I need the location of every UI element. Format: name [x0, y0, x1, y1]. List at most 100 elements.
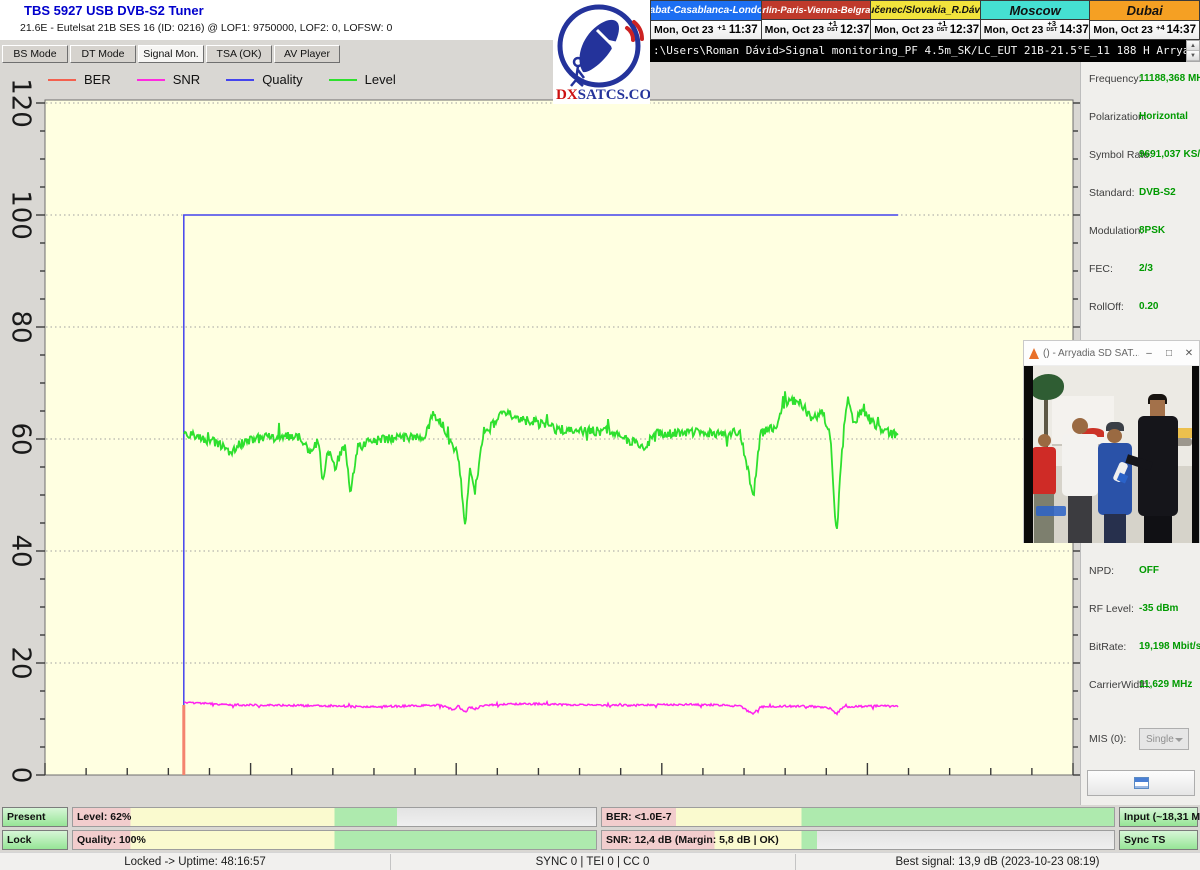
logo-text-rest: SATCS.COM: [578, 87, 650, 103]
logo-text-dx: DX: [556, 87, 578, 103]
sync-ts-badge: Sync TS: [1119, 830, 1198, 850]
clock-city: Dubai: [1090, 1, 1199, 21]
video-person-legs: [1104, 514, 1126, 543]
scroll-down-icon[interactable]: ▼: [1187, 51, 1199, 61]
clock-time: Mon, Oct 23+414:37: [1090, 21, 1199, 39]
clock-time: Mon, Oct 23+3DST14:37: [981, 20, 1090, 39]
param-label: Frequency:: [1089, 73, 1142, 85]
ber-bar-label: BER: <1.0E-7: [606, 808, 672, 826]
video-person-head: [1038, 434, 1051, 447]
legend-item-snr: SNR: [137, 72, 200, 87]
panel-button[interactable]: [1087, 770, 1195, 796]
clock-value: 12:37: [840, 24, 869, 36]
param-value: OFF: [1139, 565, 1159, 576]
clock-value: 11:37: [729, 24, 758, 36]
clock-city: Lučenec/Slovakia_R.Dávid: [871, 1, 980, 20]
video-person-head: [1072, 418, 1088, 434]
clock-time: Mon, Oct 23+1DST12:37: [871, 20, 980, 39]
legend-line: [329, 79, 357, 81]
tuner-subtitle: 21.6E - Eutelsat 21B SES 16 (ID: 0216) @…: [20, 22, 392, 34]
clock-date: Mon, Oct 23: [1093, 24, 1153, 36]
video-watermark: [1036, 506, 1066, 516]
svg-text:100: 100: [6, 190, 36, 240]
param-label: FEC:: [1089, 263, 1113, 275]
clock-offset: +1: [828, 20, 837, 27]
status-best-signal: Best signal: 13,9 dB (2023-10-23 08:19): [795, 853, 1200, 870]
video-title: () - Arryadia SD SAT...: [1043, 348, 1139, 359]
window-icon: [1134, 777, 1149, 789]
clock-date: Mon, Oct 23: [765, 24, 825, 36]
tab-signal-mon-[interactable]: Signal Mon.: [138, 45, 204, 63]
console-window[interactable]: :\Users\Roman Dávid>Signal monitoring_PF…: [650, 40, 1200, 62]
status-bar: Locked -> Uptime: 48:16:57 SYNC 0 | TEI …: [0, 852, 1200, 870]
param-bitrate-: BitRate: 19,198 Mbit/s: [1081, 641, 1200, 655]
param-label: BitRate:: [1089, 641, 1126, 653]
svg-text:60: 60: [6, 422, 36, 455]
mis-value: Single: [1146, 734, 1174, 745]
video-palm-tree: [1030, 374, 1064, 400]
param-symbol-rate-: Symbol Rate:9691,037 KS/s: [1081, 149, 1200, 163]
app-title: TBS 5927 USB DVB-S2 Tuner: [24, 3, 204, 18]
video-frame[interactable]: [1024, 366, 1199, 543]
video-interviewer-legs: [1144, 516, 1172, 543]
vlc-cone-icon: [1029, 348, 1039, 359]
video-player-window[interactable]: () - Arryadia SD SAT... – □ ✕: [1023, 340, 1200, 543]
clock-date: Mon, Oct 23: [984, 24, 1044, 36]
clock-value: 14:37: [1167, 24, 1196, 36]
status-uptime: Locked -> Uptime: 48:16:57: [0, 853, 390, 870]
close-icon[interactable]: ✕: [1179, 348, 1199, 359]
param-fec-: FEC:2/3: [1081, 263, 1200, 277]
param-value: 0.20: [1139, 301, 1158, 312]
clock-date: Mon, Oct 23: [654, 24, 714, 36]
tab-bs-mode[interactable]: BS Mode: [2, 45, 68, 63]
status-sync: SYNC 0 | TEI 0 | CC 0: [390, 853, 795, 870]
clock-offset: +1: [717, 24, 726, 31]
legend-item-quality: Quality: [226, 72, 302, 87]
clock-city: Berlin-Paris-Vienna-Belgrade: [762, 1, 871, 20]
tab-av-player[interactable]: AV Player: [274, 45, 340, 63]
scroll-up-icon[interactable]: ▲: [1187, 41, 1199, 51]
legend-label: BER: [84, 72, 111, 87]
svg-text:80: 80: [6, 310, 36, 343]
param-label: Modulation:: [1089, 225, 1143, 237]
param-rolloff-: RollOff:0.20: [1081, 301, 1200, 315]
param-carrierwidth-: CarrierWidth:11,629 MHz: [1081, 679, 1200, 693]
clock-value: 12:37: [950, 24, 979, 36]
clock-cell: Berlin-Paris-Vienna-Belgrade Mon, Oct 23+…: [761, 1, 871, 39]
chart-legend: BERSNRQualityLevel: [48, 72, 396, 87]
tab-dt-mode[interactable]: DT Mode: [70, 45, 136, 63]
video-person-white-shirt: [1062, 434, 1098, 496]
legend-label: SNR: [173, 72, 200, 87]
console-scrollbar[interactable]: ▲ ▼: [1186, 40, 1200, 62]
quality-bar: Quality: 100%: [72, 830, 597, 850]
param-npd-: NPD:OFF: [1081, 565, 1200, 579]
minimize-icon[interactable]: –: [1139, 348, 1159, 359]
param-value: -35 dBm: [1139, 603, 1178, 614]
param-polarization-: Polarization:Horizontal: [1081, 111, 1200, 125]
signal-chart: 020406080100120: [0, 64, 1080, 805]
video-titlebar[interactable]: () - Arryadia SD SAT... – □ ✕: [1024, 341, 1199, 366]
mis-dropdown[interactable]: Single: [1139, 728, 1189, 750]
clock-cell: DubaiMon, Oct 23+414:37: [1089, 1, 1199, 39]
svg-text:120: 120: [6, 78, 36, 128]
present-badge: Present: [2, 807, 68, 827]
clock-date: Mon, Oct 23: [874, 24, 934, 36]
video-person-red-shirt: [1032, 447, 1056, 495]
svg-text:40: 40: [6, 534, 36, 567]
maximize-icon[interactable]: □: [1159, 348, 1179, 359]
legend-item-ber: BER: [48, 72, 111, 87]
legend-line: [137, 79, 165, 81]
snr-bar: SNR: 12,4 dB (Margin: 5,8 dB | OK): [601, 830, 1115, 850]
app-window: TBS 5927 USB DVB-S2 Tuner 21.6E - Eutels…: [0, 0, 1200, 870]
clock-cell: Rabat-Casablanca-LondonMon, Oct 23+111:3…: [651, 1, 761, 39]
param-label: Standard:: [1089, 187, 1135, 199]
world-clocks: Rabat-Casablanca-LondonMon, Oct 23+111:3…: [650, 0, 1200, 40]
video-person-legs: [1068, 496, 1092, 543]
param-value: 19,198 Mbit/s: [1139, 641, 1200, 652]
legend-line: [48, 79, 76, 81]
video-person-legs: [1034, 494, 1054, 543]
param-value: DVB-S2: [1139, 187, 1176, 198]
lock-badge: Lock: [2, 830, 68, 850]
tab-tsa-ok-[interactable]: TSA (OK): [206, 45, 272, 63]
legend-label: Quality: [262, 72, 302, 87]
